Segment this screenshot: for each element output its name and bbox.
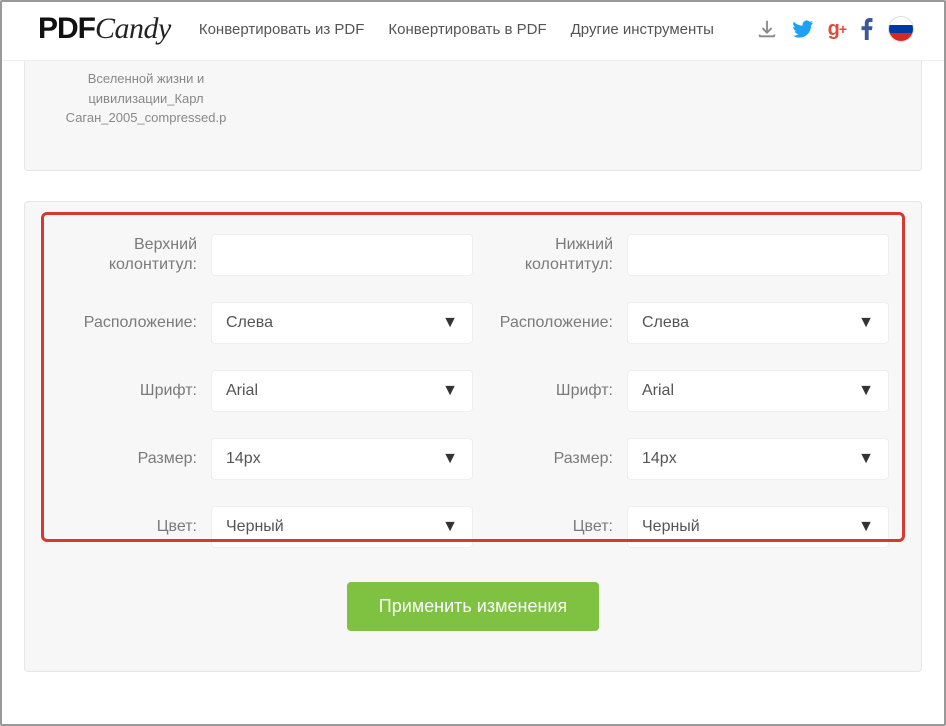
footer-text-label: Нижний колонтитул:: [473, 235, 613, 275]
header-color-select[interactable]: Черный ▼: [211, 506, 473, 548]
footer-position-value: Слева: [642, 314, 689, 332]
chevron-down-icon: ▼: [442, 518, 458, 536]
footer-size-select[interactable]: 14px ▼: [627, 438, 889, 480]
header-position-label: Расположение:: [57, 313, 197, 333]
file-panel: Вселенной жизни и цивилизации_Карл Саган…: [24, 61, 922, 171]
topbar: PDFCandy Конвертировать из PDF Конвертир…: [2, 2, 944, 61]
chevron-down-icon: ▼: [442, 450, 458, 468]
chevron-down-icon: ▼: [858, 518, 874, 536]
header-font-select[interactable]: Arial ▼: [211, 370, 473, 412]
header-font-label: Шрифт:: [57, 381, 197, 401]
footer-color-value: Черный: [642, 518, 700, 536]
header-text-input[interactable]: [211, 234, 473, 276]
file-name: Вселенной жизни и цивилизации_Карл Саган…: [41, 69, 251, 128]
nav-convert-from-pdf[interactable]: Конвертировать из PDF: [199, 21, 365, 38]
twitter-icon[interactable]: [792, 18, 814, 40]
footer-font-select[interactable]: Arial ▼: [627, 370, 889, 412]
footer-position-label: Расположение:: [473, 313, 613, 333]
google-plus-icon[interactable]: g+: [828, 18, 846, 41]
logo-candy: Candy: [95, 12, 171, 45]
footer-text-input[interactable]: [627, 234, 889, 276]
header-size-value: 14px: [226, 450, 261, 468]
header-font-value: Arial: [226, 382, 258, 400]
footer-position-select[interactable]: Слева ▼: [627, 302, 889, 344]
footer-size-label: Размер:: [473, 449, 613, 469]
footer-color-select[interactable]: Черный ▼: [627, 506, 889, 548]
chevron-down-icon: ▼: [858, 450, 874, 468]
download-icon[interactable]: [756, 18, 778, 40]
header-size-select[interactable]: 14px ▼: [211, 438, 473, 480]
footer-column: Нижний колонтитул: Расположение: Слева ▼: [473, 234, 889, 548]
header-position-select[interactable]: Слева ▼: [211, 302, 473, 344]
main-nav: Конвертировать из PDF Конвертировать в P…: [199, 21, 714, 38]
footer-font-label: Шрифт:: [473, 381, 613, 401]
header-size-label: Размер:: [57, 449, 197, 469]
nav-convert-to-pdf[interactable]: Конвертировать в PDF: [388, 21, 546, 38]
chevron-down-icon: ▼: [858, 314, 874, 332]
header-color-value: Черный: [226, 518, 284, 536]
nav-other-tools[interactable]: Другие инструменты: [571, 21, 714, 38]
header-text-label: Верхний колонтитул:: [57, 235, 197, 275]
footer-font-value: Arial: [642, 382, 674, 400]
logo-pdf: PDF: [38, 12, 95, 45]
apply-button[interactable]: Применить изменения: [347, 582, 599, 631]
logo[interactable]: PDFCandy: [38, 12, 171, 46]
footer-color-label: Цвет:: [473, 517, 613, 537]
chevron-down-icon: ▼: [442, 314, 458, 332]
facebook-icon[interactable]: [860, 18, 874, 40]
chevron-down-icon: ▼: [442, 382, 458, 400]
header-position-value: Слева: [226, 314, 273, 332]
header-color-label: Цвет:: [57, 517, 197, 537]
settings-panel: Верхний колонтитул: Расположение: Слева …: [24, 201, 922, 672]
footer-size-value: 14px: [642, 450, 677, 468]
chevron-down-icon: ▼: [858, 382, 874, 400]
language-flag-ru[interactable]: [888, 16, 914, 42]
header-column: Верхний колонтитул: Расположение: Слева …: [57, 234, 473, 548]
